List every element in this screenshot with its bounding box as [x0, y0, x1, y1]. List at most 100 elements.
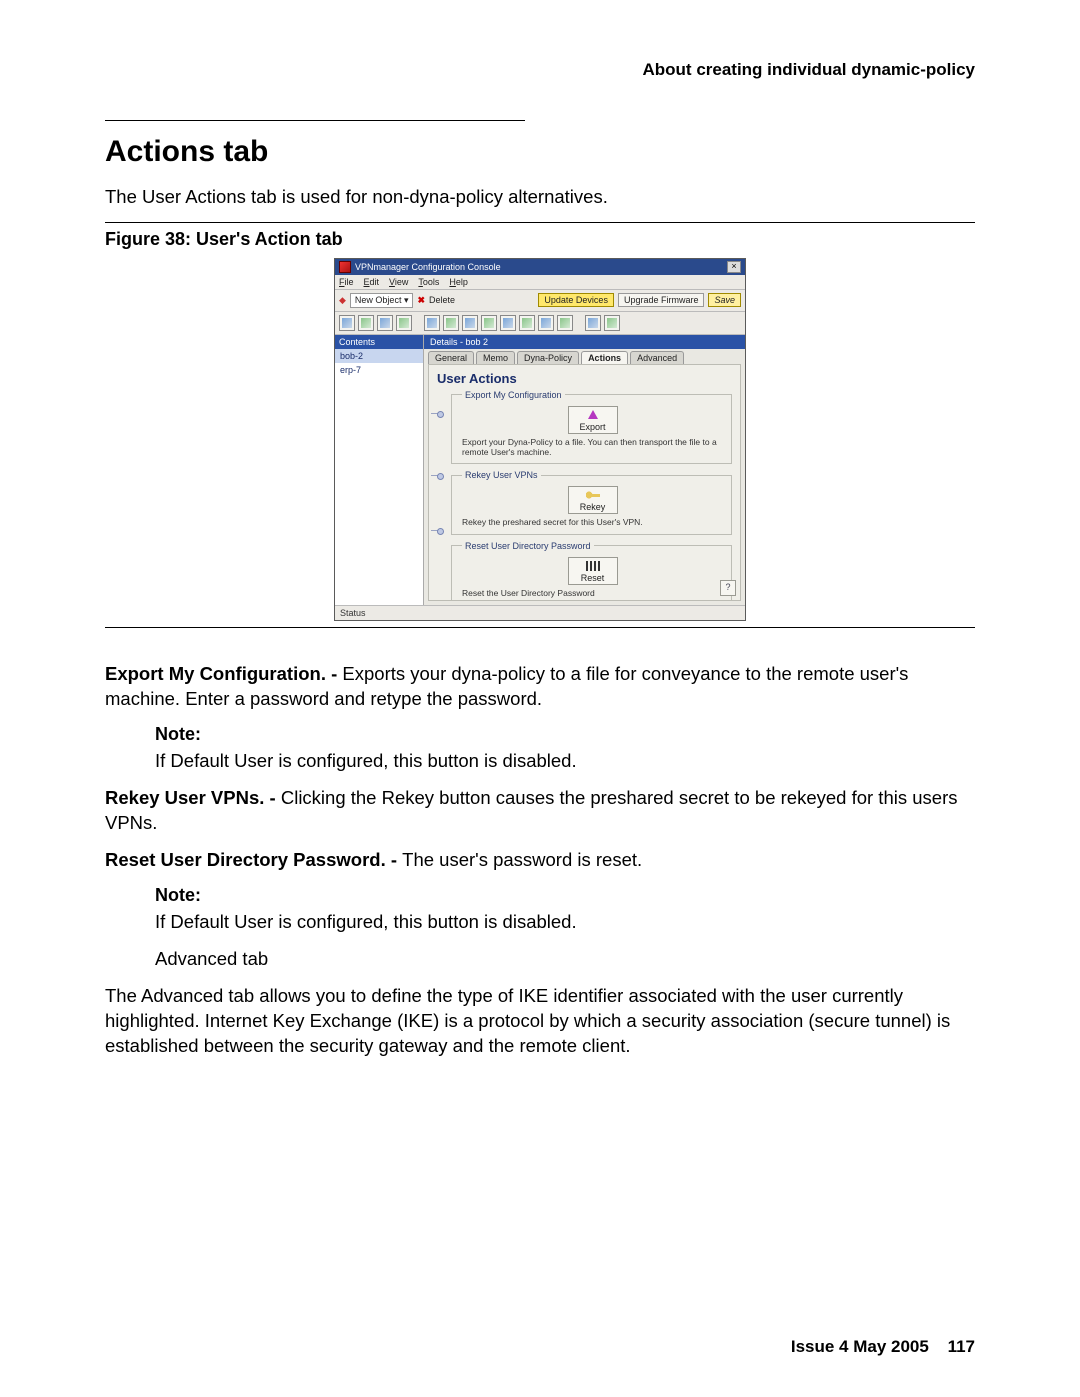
- reset-button[interactable]: Reset: [568, 557, 618, 585]
- tab-general[interactable]: General: [428, 351, 474, 364]
- export-desc: Export your Dyna-Policy to a file. You c…: [462, 437, 723, 457]
- tool-icon[interactable]: [519, 315, 535, 331]
- menu-bar: File Edit View Tools Help: [335, 275, 745, 290]
- menu-view[interactable]: View: [389, 277, 408, 287]
- export-label: Export My Configuration. -: [105, 663, 342, 684]
- sidebar-heading: Contents: [335, 335, 423, 349]
- reset-text: The user's password is reset.: [402, 849, 642, 870]
- tool-icon[interactable]: [424, 315, 440, 331]
- menu-edit[interactable]: Edit: [364, 277, 380, 287]
- running-header: About creating individual dynamic-policy: [105, 60, 975, 80]
- rekey-group: Rekey User VPNs Rekey Rekey the preshare…: [451, 470, 732, 534]
- update-devices-button[interactable]: Update Devices: [538, 293, 614, 307]
- menu-tools[interactable]: Tools: [418, 277, 439, 287]
- delete-icon[interactable]: ✖: [417, 295, 425, 306]
- page-footer: Issue 4 May 2005 117: [791, 1337, 975, 1357]
- tool-icon[interactable]: [557, 315, 573, 331]
- rekey-desc: Rekey the preshared secret for this User…: [462, 517, 723, 527]
- section-heading: Actions tab: [105, 135, 975, 169]
- export-legend: Export My Configuration: [462, 390, 565, 400]
- reset-paragraph: Reset User Directory Password. - The use…: [105, 848, 975, 873]
- details-tabs: General Memo Dyna-Policy Actions Advance…: [424, 349, 745, 364]
- note-text-1: If Default User is configured, this butt…: [155, 749, 975, 774]
- export-paragraph: Export My Configuration. - Exports your …: [105, 662, 975, 712]
- tab-dyna-policy[interactable]: Dyna-Policy: [517, 351, 579, 364]
- tab-memo[interactable]: Memo: [476, 351, 515, 364]
- advanced-paragraph: The Advanced tab allows you to define th…: [105, 984, 975, 1059]
- tool-icon[interactable]: [585, 315, 601, 331]
- toolbar-primary: ◆ New Object ▾ ✖ Delete Update Devices U…: [335, 290, 745, 312]
- menu-help[interactable]: Help: [449, 277, 468, 287]
- menu-file[interactable]: File: [339, 277, 354, 287]
- rule-top: [105, 120, 525, 121]
- bullet-icon: ◆: [339, 295, 346, 306]
- note-label: Note:: [155, 724, 975, 745]
- rekey-label: Rekey User VPNs. -: [105, 787, 281, 808]
- tool-icon[interactable]: [481, 315, 497, 331]
- actions-panel: User Actions Export My Configuration Exp…: [428, 364, 741, 601]
- rekey-button-label: Rekey: [580, 502, 606, 512]
- footer-issue: Issue 4 May 2005: [791, 1337, 929, 1356]
- export-icon: [586, 409, 600, 421]
- upgrade-firmware-button[interactable]: Upgrade Firmware: [618, 293, 705, 307]
- tab-advanced[interactable]: Advanced: [630, 351, 684, 364]
- advanced-tab-heading: Advanced tab: [155, 947, 975, 972]
- export-button[interactable]: Export: [568, 406, 618, 434]
- note-block-1: Note: If Default User is configured, thi…: [155, 724, 975, 774]
- tool-icon[interactable]: [604, 315, 620, 331]
- connector-icon: [431, 413, 441, 414]
- details-pane: Details - bob 2 General Memo Dyna-Policy…: [424, 335, 745, 605]
- reset-legend: Reset User Directory Password: [462, 541, 594, 551]
- status-bar: Status: [335, 605, 745, 620]
- note-label: Note:: [155, 885, 975, 906]
- rule-below-figure: [105, 627, 975, 628]
- tool-icon[interactable]: [538, 315, 554, 331]
- rule-above-figure: [105, 222, 975, 223]
- content-area: Contents bob-2 erp-7 Details - bob 2 Gen…: [335, 335, 745, 605]
- reset-group: Reset User Directory Password Reset Rese…: [451, 541, 732, 601]
- sidebar-item[interactable]: erp-7: [335, 363, 423, 377]
- save-button[interactable]: Save: [708, 293, 741, 307]
- tool-icon[interactable]: [358, 315, 374, 331]
- tab-actions[interactable]: Actions: [581, 351, 628, 364]
- sidebar-item[interactable]: bob-2: [335, 349, 423, 363]
- tool-icon[interactable]: [396, 315, 412, 331]
- footer-page-number: 117: [948, 1337, 975, 1356]
- figure-caption: Figure 38: User's Action tab: [105, 229, 975, 250]
- app-icon: [339, 261, 351, 273]
- reset-icon: [586, 560, 600, 572]
- new-object-label: New Object: [355, 295, 402, 305]
- export-button-label: Export: [579, 422, 605, 432]
- rekey-legend: Rekey User VPNs: [462, 470, 541, 480]
- reset-label: Reset User Directory Password. -: [105, 849, 402, 870]
- rekey-button[interactable]: Rekey: [568, 486, 618, 514]
- intro-paragraph: The User Actions tab is used for non-dyn…: [105, 185, 975, 210]
- connector-icon: [431, 475, 441, 476]
- connector-icon: [431, 530, 441, 531]
- window-title: VPNmanager Configuration Console: [355, 262, 501, 272]
- window-titlebar: VPNmanager Configuration Console ×: [335, 259, 745, 275]
- export-group: Export My Configuration Export Export yo…: [451, 390, 732, 464]
- toolbar-secondary: [335, 312, 745, 335]
- reset-desc: Reset the User Directory Password: [462, 588, 723, 598]
- sidebar: Contents bob-2 erp-7: [335, 335, 424, 605]
- key-icon: [586, 489, 600, 501]
- app-window: VPNmanager Configuration Console × File …: [334, 258, 746, 621]
- close-icon[interactable]: ×: [727, 261, 741, 273]
- tool-icon[interactable]: [462, 315, 478, 331]
- note-block-2: Note: If Default User is configured, thi…: [155, 885, 975, 972]
- help-button[interactable]: ?: [720, 580, 736, 596]
- reset-button-label: Reset: [581, 573, 605, 583]
- delete-label: Delete: [429, 295, 455, 305]
- tool-icon[interactable]: [339, 315, 355, 331]
- new-object-dropdown[interactable]: New Object ▾: [350, 293, 414, 308]
- note-text-2: If Default User is configured, this butt…: [155, 910, 975, 935]
- document-page: About creating individual dynamic-policy…: [0, 0, 1080, 1397]
- panel-title: User Actions: [437, 371, 732, 386]
- details-heading: Details - bob 2: [424, 335, 745, 349]
- rekey-paragraph: Rekey User VPNs. - Clicking the Rekey bu…: [105, 786, 975, 836]
- tool-icon[interactable]: [443, 315, 459, 331]
- tool-icon[interactable]: [500, 315, 516, 331]
- screenshot-figure: VPNmanager Configuration Console × File …: [105, 258, 975, 621]
- tool-icon[interactable]: [377, 315, 393, 331]
